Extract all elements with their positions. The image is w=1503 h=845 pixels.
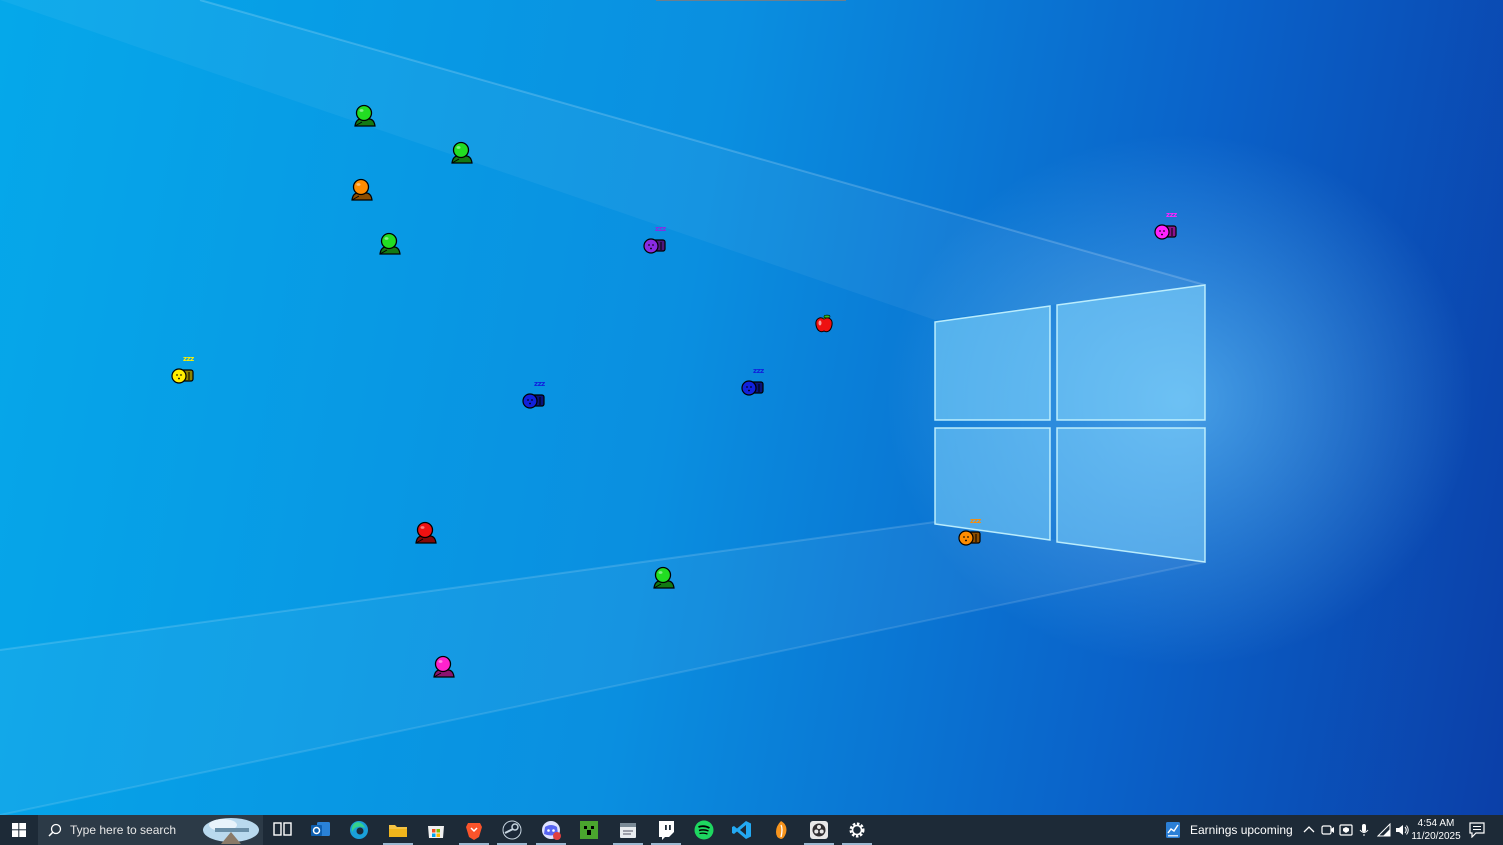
volume-icon[interactable] bbox=[1395, 823, 1409, 837]
pet-creature[interactable] bbox=[449, 141, 475, 167]
microphone-icon[interactable] bbox=[1357, 823, 1371, 837]
clock[interactable]: 4:54 AM 11/20/2025 bbox=[1408, 817, 1464, 843]
search-placeholder: Type here to search bbox=[70, 823, 177, 837]
file-explorer-icon[interactable] bbox=[387, 819, 409, 841]
sleep-zzz-label: zzz bbox=[970, 517, 981, 525]
obs-icon[interactable] bbox=[808, 819, 830, 841]
sleep-zzz-label: zzz bbox=[753, 367, 764, 375]
pet-creature[interactable] bbox=[377, 232, 403, 258]
start-button[interactable] bbox=[0, 815, 37, 845]
meet-now-icon[interactable] bbox=[1321, 823, 1335, 837]
vs-code-icon[interactable] bbox=[731, 819, 753, 841]
sleeping-pet[interactable]: zzz bbox=[1153, 211, 1179, 240]
news-widget[interactable]: Earnings upcoming bbox=[1165, 815, 1293, 845]
outlook-icon[interactable] bbox=[310, 819, 332, 841]
sleeping-pet[interactable]: zzz bbox=[521, 380, 547, 409]
apple-icon[interactable] bbox=[813, 313, 835, 340]
sleeping-pet[interactable]: zzz bbox=[740, 367, 766, 396]
pet-creature[interactable] bbox=[431, 655, 457, 681]
sleeping-pet[interactable]: zzz bbox=[170, 355, 196, 384]
notification-center-icon[interactable] bbox=[1468, 822, 1486, 838]
windows-logo bbox=[934, 284, 1206, 563]
clock-time: 4:54 AM bbox=[1417, 818, 1455, 829]
taskbar: Type here to search Earnings upcoming 4:… bbox=[0, 815, 1503, 845]
apple-body bbox=[815, 317, 833, 333]
security-icon[interactable] bbox=[1339, 823, 1353, 837]
search-highlight-image bbox=[203, 818, 259, 844]
task-view-icon[interactable] bbox=[272, 819, 294, 841]
twitch-icon[interactable] bbox=[655, 819, 677, 841]
sleep-zzz-label: zzz bbox=[655, 225, 666, 233]
sleeping-pet[interactable]: zzz bbox=[957, 517, 983, 546]
discord-icon[interactable] bbox=[540, 819, 562, 841]
notepad-icon[interactable] bbox=[617, 819, 639, 841]
pet-creature[interactable] bbox=[349, 178, 375, 204]
network-icon[interactable] bbox=[1377, 823, 1391, 837]
sleep-zzz-label: zzz bbox=[1166, 211, 1177, 219]
clock-date: 11/20/2025 bbox=[1411, 831, 1461, 842]
settings-icon[interactable] bbox=[846, 819, 868, 841]
pet-creature[interactable] bbox=[352, 104, 378, 130]
fl-studio-icon[interactable] bbox=[770, 819, 792, 841]
microsoft-store-icon[interactable] bbox=[425, 819, 447, 841]
search-icon bbox=[48, 823, 62, 837]
pet-creature[interactable] bbox=[651, 566, 677, 592]
news-text: Earnings upcoming bbox=[1190, 823, 1293, 837]
taskbar-search-box[interactable]: Type here to search bbox=[38, 815, 263, 845]
minecraft-icon[interactable] bbox=[578, 819, 600, 841]
brave-icon[interactable] bbox=[463, 819, 485, 841]
edge-icon[interactable] bbox=[348, 819, 370, 841]
chevron-up-icon[interactable] bbox=[1302, 823, 1316, 837]
pet-creature[interactable] bbox=[413, 521, 439, 547]
steam-icon[interactable] bbox=[501, 819, 523, 841]
desktop-wallpaper: zzz zzz zzz zzz zzz zzz bbox=[0, 0, 1503, 815]
sleep-zzz-label: zzz bbox=[534, 380, 545, 388]
windows-start-icon bbox=[11, 823, 26, 837]
sleeping-pet[interactable]: zzz bbox=[642, 225, 668, 254]
stock-news-icon bbox=[1166, 822, 1180, 838]
sleep-zzz-label: zzz bbox=[183, 355, 194, 363]
spotify-icon[interactable] bbox=[693, 819, 715, 841]
